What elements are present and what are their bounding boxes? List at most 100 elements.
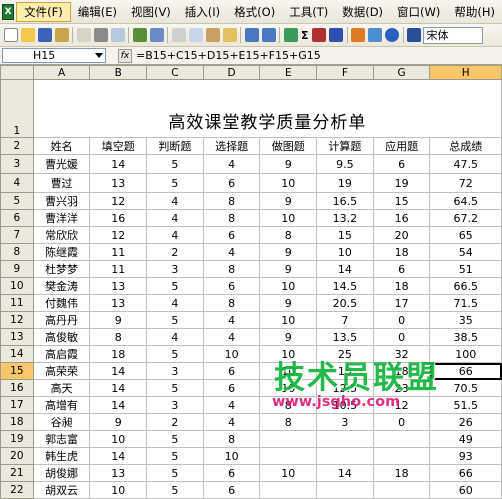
student-name-cell[interactable]: 谷昶 [32, 413, 91, 431]
name-box[interactable]: H15 [2, 48, 106, 63]
email-icon[interactable] [76, 28, 91, 42]
font-name-field[interactable]: 宋体 [422, 26, 483, 44]
score-cell[interactable]: 5 [146, 447, 204, 465]
score-cell[interactable]: 19 [372, 173, 431, 193]
score-cell[interactable]: 23 [372, 379, 431, 397]
score-cell[interactable]: 16.5 [316, 192, 374, 210]
score-cell[interactable]: 2 [146, 243, 204, 261]
row-header-17[interactable]: 17 [0, 396, 34, 414]
score-cell[interactable]: 5 [146, 173, 204, 193]
student-name-cell[interactable]: 杜梦梦 [32, 260, 91, 278]
column-header-c[interactable]: C [146, 65, 204, 80]
score-cell[interactable] [316, 481, 374, 499]
score-cell[interactable]: 3 [316, 413, 374, 431]
score-cell[interactable]: 14 [89, 154, 148, 174]
score-cell[interactable]: 10 [259, 464, 318, 482]
score-cell[interactable]: 3 [146, 260, 204, 278]
score-cell[interactable]: 15 [316, 226, 374, 244]
score-cell[interactable]: 9 [89, 413, 148, 431]
score-cell[interactable]: 49 [429, 430, 502, 448]
score-cell[interactable]: 72 [429, 173, 502, 193]
hyperlink-icon[interactable] [283, 28, 298, 42]
score-cell[interactable]: 5 [146, 345, 204, 363]
score-cell[interactable]: 6 [372, 154, 431, 174]
row-header-9[interactable]: 9 [0, 260, 34, 278]
score-cell[interactable] [372, 447, 431, 465]
score-cell[interactable]: 9 [259, 154, 318, 174]
score-cell[interactable]: 5 [146, 277, 204, 295]
score-cell[interactable]: 14.5 [316, 277, 374, 295]
permission-icon[interactable] [54, 28, 69, 42]
score-cell[interactable]: 19 [316, 173, 374, 193]
student-name-cell[interactable]: 胡双云 [32, 481, 91, 499]
score-cell[interactable]: 26 [429, 413, 502, 431]
menu-insert[interactable]: 插入(I) [178, 2, 227, 22]
score-cell[interactable]: 20 [372, 226, 431, 244]
redo-icon[interactable] [261, 28, 276, 42]
score-cell[interactable]: 14 [89, 379, 148, 397]
score-cell[interactable]: 10 [259, 311, 318, 329]
column-header-e[interactable]: E [259, 65, 318, 80]
score-cell[interactable]: 6 [372, 260, 431, 278]
spelling-icon[interactable] [132, 28, 147, 42]
student-name-cell[interactable]: 付魏伟 [32, 294, 91, 312]
drawing-icon[interactable] [368, 28, 383, 42]
score-cell[interactable] [372, 430, 431, 448]
score-cell[interactable]: 9 [259, 243, 318, 261]
score-cell[interactable]: 10 [316, 243, 374, 261]
menu-edit[interactable]: 编辑(E) [71, 2, 124, 22]
row-header-14[interactable]: 14 [0, 345, 34, 363]
score-cell[interactable]: 66.5 [429, 277, 502, 295]
score-cell[interactable]: 5 [146, 379, 204, 397]
insert-function-icon[interactable]: fx [118, 48, 132, 63]
score-cell[interactable]: 51 [429, 260, 502, 278]
chart-wizard-icon[interactable] [351, 28, 366, 42]
score-cell[interactable]: 4 [146, 294, 204, 312]
menu-view[interactable]: 视图(V) [124, 2, 178, 22]
score-cell[interactable]: 4 [202, 413, 261, 431]
score-cell[interactable]: 64.5 [429, 192, 502, 210]
help-icon[interactable] [385, 28, 400, 42]
autosum-icon[interactable]: Σ [301, 29, 309, 42]
header-drawing[interactable]: 做图题 [259, 137, 318, 155]
score-cell[interactable]: 6 [202, 173, 261, 193]
score-cell[interactable]: 14 [316, 464, 374, 482]
row-header-13[interactable]: 13 [0, 328, 34, 346]
score-cell[interactable]: 10 [259, 379, 318, 397]
score-cell[interactable]: 14 [316, 260, 374, 278]
header-multiple-choice[interactable]: 选择题 [202, 137, 261, 155]
score-cell[interactable] [372, 481, 431, 499]
open-icon[interactable] [20, 28, 35, 42]
score-cell[interactable]: 14 [89, 396, 148, 414]
sort-descending-icon[interactable] [329, 28, 344, 42]
menu-help[interactable]: 帮助(H) [447, 2, 502, 22]
score-cell[interactable]: 12 [89, 192, 148, 210]
score-cell[interactable]: 38.5 [429, 328, 502, 346]
student-name-cell[interactable]: 郭志富 [32, 430, 91, 448]
student-name-cell[interactable]: 高荣荣 [32, 362, 91, 380]
score-cell[interactable]: 10 [202, 345, 261, 363]
score-cell[interactable]: 8 [89, 328, 148, 346]
active-cell[interactable]: 66 [429, 362, 502, 380]
column-header-h[interactable]: H [429, 65, 502, 80]
student-name-cell[interactable]: 高天 [32, 379, 91, 397]
score-cell[interactable]: 7 [316, 311, 374, 329]
score-cell[interactable]: 13.5 [316, 328, 374, 346]
row-header-22[interactable]: 22 [0, 481, 34, 499]
undo-icon[interactable] [244, 28, 259, 42]
score-cell[interactable]: 4 [202, 154, 261, 174]
score-cell[interactable]: 4 [146, 192, 204, 210]
score-cell[interactable]: 9 [259, 294, 318, 312]
score-cell[interactable]: 15 [316, 362, 374, 380]
score-cell[interactable]: 8 [259, 413, 318, 431]
menu-window[interactable]: 窗口(W) [390, 2, 447, 22]
score-cell[interactable]: 10 [259, 345, 318, 363]
row-header-10[interactable]: 10 [0, 277, 34, 295]
score-cell[interactable]: 71.5 [429, 294, 502, 312]
student-name-cell[interactable]: 樊金涛 [32, 277, 91, 295]
score-cell[interactable] [259, 430, 318, 448]
score-cell[interactable]: 2 [146, 413, 204, 431]
column-header-f[interactable]: F [316, 65, 374, 80]
score-cell[interactable]: 54 [429, 243, 502, 261]
score-cell[interactable]: 6 [202, 226, 261, 244]
